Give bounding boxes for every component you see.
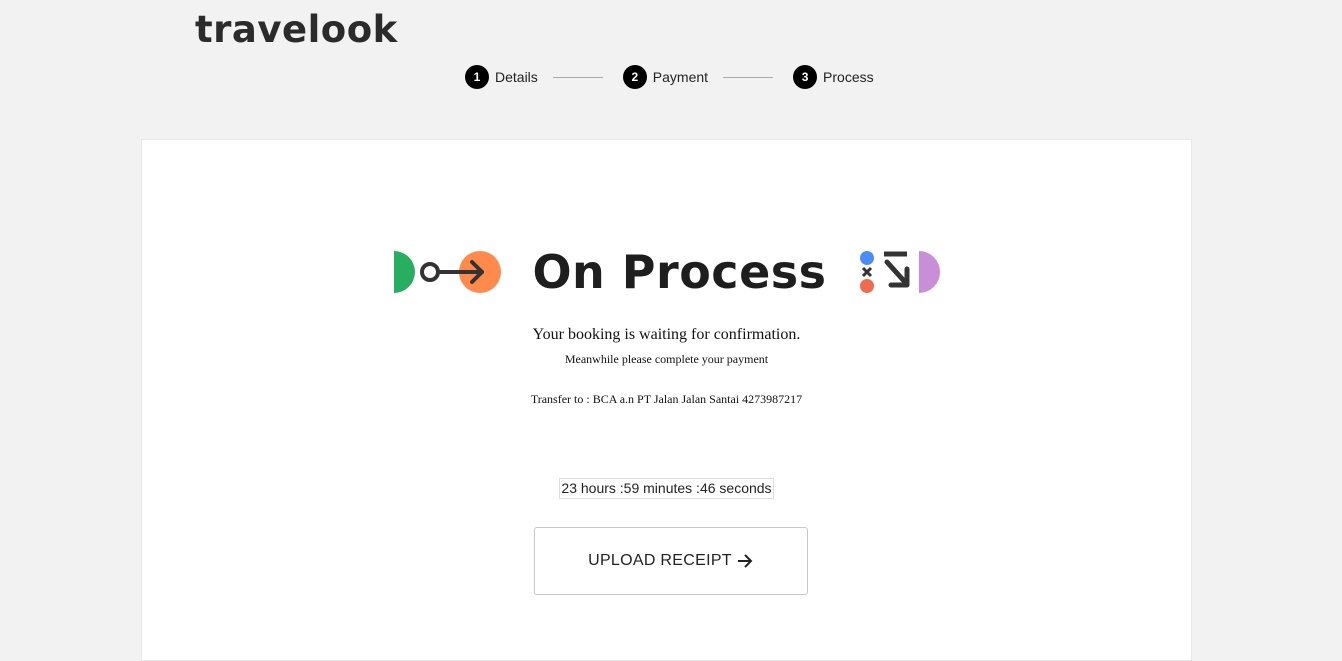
step-label: Process — [823, 69, 874, 85]
status-card: On Process Your booking is waiting for c… — [141, 139, 1192, 661]
step-number: 2 — [622, 65, 647, 89]
status-header: On Process — [142, 245, 1191, 299]
step-process: 3 Process — [793, 65, 874, 89]
step-number: 3 — [793, 65, 818, 89]
page-title: On Process — [532, 245, 827, 299]
step-label: Payment — [652, 69, 709, 85]
step-divider — [552, 76, 603, 78]
step-payment: 2 Payment — [622, 65, 709, 89]
step-details: 1 Details — [465, 65, 538, 89]
status-submessage: Meanwhile please complete your payment — [564, 352, 769, 366]
countdown-container: 23 hours :59 minutes :46 seconds — [142, 478, 1191, 499]
arrow-flow-icon — [394, 251, 502, 293]
travelook-logo[interactable]: travelook — [195, 8, 398, 51]
step-number: 1 — [465, 65, 489, 89]
arrow-right-icon — [737, 554, 753, 568]
upload-receipt-button[interactable]: UPLOAD RECEIPT — [534, 527, 808, 595]
step-label: Details — [495, 69, 538, 85]
transfer-details: Transfer to : BCA a.n PT Jalan Jalan San… — [530, 392, 803, 406]
countdown-timer: 23 hours :59 minutes :46 seconds — [559, 478, 774, 499]
step-divider — [723, 76, 774, 78]
checkout-stepper: 1 Details 2 Payment 3 Process — [465, 65, 874, 89]
status-message: Your booking is waiting for confirmation… — [532, 326, 801, 343]
shapes-decoration-icon — [859, 251, 940, 293]
upload-receipt-label: UPLOAD RECEIPT — [588, 552, 732, 569]
